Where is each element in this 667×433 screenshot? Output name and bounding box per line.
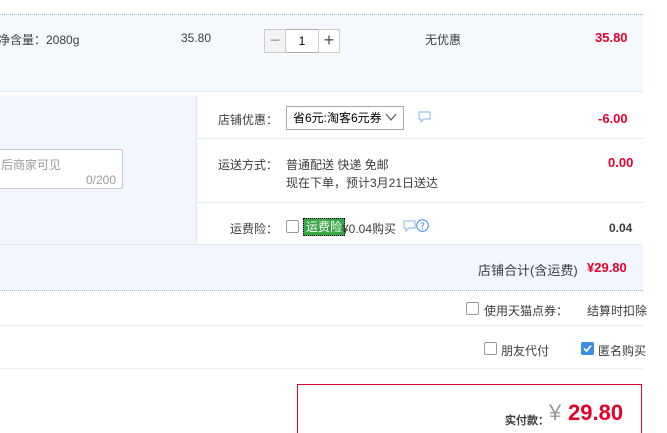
insurance-price: ¥0.04购买 xyxy=(342,222,397,236)
comment-icon[interactable] xyxy=(418,111,431,123)
svg-text:?: ? xyxy=(420,222,425,232)
insurance-amount: 0.04 xyxy=(609,221,633,235)
order-item-row xyxy=(0,14,643,92)
comment-icon[interactable] xyxy=(403,220,416,232)
chevron-down-icon xyxy=(385,113,397,122)
divider xyxy=(196,138,643,139)
anonymous-label: 匿名购买 xyxy=(598,344,647,358)
seller-message-textarea[interactable]: 后商家可见 0/200 xyxy=(0,149,123,189)
insurance-label: 运费险： xyxy=(230,222,279,236)
quantity-stepper: − 1 + xyxy=(264,29,340,53)
item-net-weight: 净含量：2080g xyxy=(0,33,80,47)
coupon-label: 使用天猫点券： xyxy=(484,304,569,318)
shop-discount-amount: -6.00 xyxy=(598,111,628,126)
divider xyxy=(0,368,643,369)
item-unit-price: 35.80 xyxy=(181,31,212,45)
help-icon[interactable]: ? xyxy=(416,219,429,232)
item-discount-text: 无优惠 xyxy=(425,33,462,47)
shipping-eta: 现在下单，预计3月21日送达 xyxy=(286,176,439,190)
seller-message-counter: 0/200 xyxy=(85,173,116,187)
insurance-checkbox[interactable] xyxy=(286,220,299,233)
divider xyxy=(0,244,643,245)
insurance-tag: 运费险 xyxy=(303,218,346,236)
quantity-minus-button[interactable]: − xyxy=(264,29,286,53)
shipping-amount: 0.00 xyxy=(608,155,634,170)
divider xyxy=(0,325,643,326)
shop-discount-select[interactable]: 省6元:淘客6元券 xyxy=(286,106,404,130)
quantity-plus-button[interactable]: + xyxy=(318,29,340,53)
friend-pay-checkbox[interactable] xyxy=(484,342,497,355)
shop-total-amount: ¥29.80 xyxy=(587,260,627,275)
divider xyxy=(196,202,643,203)
shop-total-label: 店铺合计(含运费) xyxy=(478,263,578,278)
payment-amount: 29.80 xyxy=(568,400,624,425)
shop-discount-selected: 省6元:淘客6元券 xyxy=(293,111,382,125)
seller-message-placeholder: 后商家可见 xyxy=(1,158,62,172)
quantity-input[interactable]: 1 xyxy=(286,29,318,53)
check-icon xyxy=(583,344,592,353)
shipping-method: 普通配送 快递 免邮 xyxy=(286,158,389,172)
anonymous-checkbox[interactable] xyxy=(581,342,594,355)
shop-discount-label: 店铺优惠： xyxy=(218,113,279,127)
coupon-note: 结算时扣除 xyxy=(587,304,648,318)
payment-label: 实付款： xyxy=(505,415,549,427)
friend-pay-label: 朋友代付 xyxy=(501,344,550,358)
payment-currency: ¥ xyxy=(549,400,562,425)
coupon-checkbox[interactable] xyxy=(466,302,479,315)
shipping-label: 运送方式： xyxy=(218,158,279,172)
item-subtotal: 35.80 xyxy=(595,30,628,45)
